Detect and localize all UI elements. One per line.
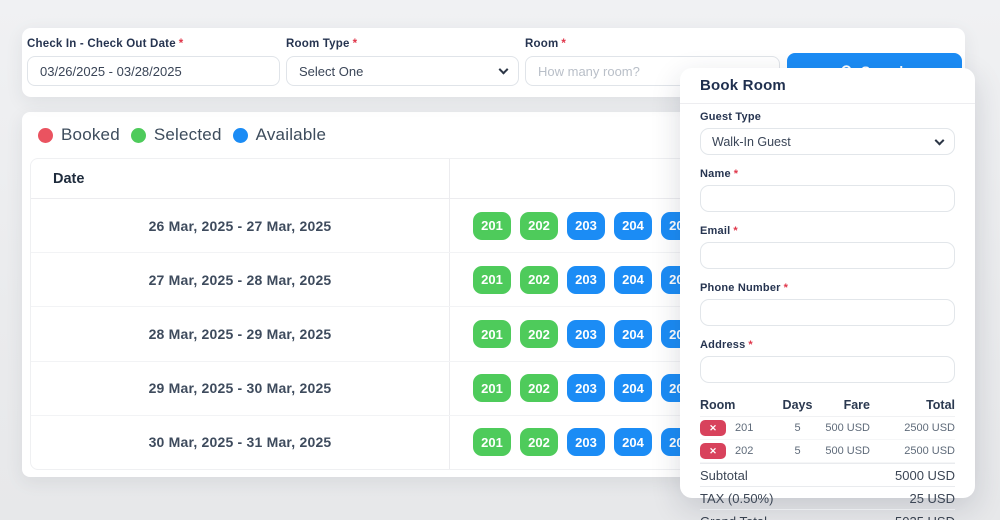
panel-title: Book Room bbox=[680, 68, 975, 103]
email-label: Email* bbox=[700, 225, 955, 237]
booking-summary-table: Room Days Fare Total ✕ 201 5 500 USD 250… bbox=[700, 394, 955, 520]
subtotal-label: Subtotal bbox=[700, 468, 825, 483]
address-label: Address* bbox=[700, 339, 955, 351]
room-button-202[interactable]: 202 bbox=[520, 320, 558, 348]
room-button-203[interactable]: 203 bbox=[567, 428, 605, 456]
room-button-204[interactable]: 204 bbox=[614, 374, 652, 402]
grand-total-label: Grand Total bbox=[700, 514, 825, 520]
legend-dot-icon bbox=[38, 128, 53, 143]
required-marker: * bbox=[561, 38, 566, 50]
required-marker: * bbox=[748, 339, 752, 351]
room-button-203[interactable]: 203 bbox=[567, 266, 605, 294]
subtotal-value: 5000 USD bbox=[825, 468, 955, 483]
date-range-cell: 27 Mar, 2025 - 28 Mar, 2025 bbox=[31, 253, 450, 306]
room-type-label: Room Type* bbox=[286, 38, 519, 50]
panel-title-divider bbox=[680, 103, 975, 104]
grand-total-row: Grand Total 5025 USD bbox=[700, 509, 955, 520]
date-range-cell: 29 Mar, 2025 - 30 Mar, 2025 bbox=[31, 362, 450, 415]
legend-label: Available bbox=[256, 125, 326, 145]
room-button-203[interactable]: 203 bbox=[567, 320, 605, 348]
date-range-cell: 28 Mar, 2025 - 29 Mar, 2025 bbox=[31, 307, 450, 360]
room-type-field-group: Room Type* Select One bbox=[286, 38, 519, 86]
status-legend: Booked Selected Available bbox=[38, 125, 328, 145]
room-button-201[interactable]: 201 bbox=[473, 320, 511, 348]
book-room-panel: Book Room Guest Type Walk-In Guest Name*… bbox=[680, 68, 975, 498]
legend-dot-icon bbox=[233, 128, 248, 143]
summary-days: 5 bbox=[770, 445, 825, 457]
summary-total: 2500 USD bbox=[870, 422, 955, 434]
name-label: Name* bbox=[700, 168, 955, 180]
room-button-204[interactable]: 204 bbox=[614, 428, 652, 456]
legend-label: Booked bbox=[61, 125, 120, 145]
subtotal-row: Subtotal 5000 USD bbox=[700, 463, 955, 486]
summary-header-total: Total bbox=[870, 398, 955, 412]
date-range-cell: 26 Mar, 2025 - 27 Mar, 2025 bbox=[31, 199, 450, 252]
summary-header-days: Days bbox=[770, 398, 825, 412]
remove-room-button[interactable]: ✕ bbox=[700, 443, 726, 459]
summary-room-row: ✕ 202 5 500 USD 2500 USD bbox=[700, 440, 955, 463]
summary-fare: 500 USD bbox=[825, 445, 870, 457]
room-button-201[interactable]: 201 bbox=[473, 212, 511, 240]
room-button-202[interactable]: 202 bbox=[520, 212, 558, 240]
name-input[interactable] bbox=[700, 185, 955, 212]
room-button-201[interactable]: 201 bbox=[473, 374, 511, 402]
room-button-202[interactable]: 202 bbox=[520, 428, 558, 456]
room-button-202[interactable]: 202 bbox=[520, 374, 558, 402]
summary-header-room: Room bbox=[700, 398, 770, 412]
guest-type-select[interactable]: Walk-In Guest bbox=[700, 128, 955, 155]
summary-days: 5 bbox=[770, 422, 825, 434]
date-range-input[interactable] bbox=[27, 56, 280, 86]
required-marker: * bbox=[179, 38, 184, 50]
address-input[interactable] bbox=[700, 356, 955, 383]
required-marker: * bbox=[733, 225, 737, 237]
room-button-203[interactable]: 203 bbox=[567, 212, 605, 240]
room-button-204[interactable]: 204 bbox=[614, 320, 652, 348]
checkin-checkout-label: Check In - Check Out Date* bbox=[27, 38, 280, 50]
summary-room-row: ✕ 201 5 500 USD 2500 USD bbox=[700, 417, 955, 440]
tax-row: TAX (0.50%) 25 USD bbox=[700, 486, 955, 509]
room-button-204[interactable]: 204 bbox=[614, 212, 652, 240]
room-button-204[interactable]: 204 bbox=[614, 266, 652, 294]
summary-header-fare: Fare bbox=[825, 398, 870, 412]
summary-room-number: 201 bbox=[735, 422, 753, 434]
legend-item: Available bbox=[233, 125, 326, 145]
summary-fare: 500 USD bbox=[825, 422, 870, 434]
email-input[interactable] bbox=[700, 242, 955, 269]
legend-item: Booked bbox=[38, 125, 120, 145]
room-count-label: Room* bbox=[525, 38, 780, 50]
date-range-cell: 30 Mar, 2025 - 31 Mar, 2025 bbox=[31, 416, 450, 469]
room-type-select[interactable]: Select One bbox=[286, 56, 519, 86]
summary-total: 2500 USD bbox=[870, 445, 955, 457]
legend-label: Selected bbox=[154, 125, 222, 145]
phone-number-label: Phone Number* bbox=[700, 282, 955, 294]
summary-room-number: 202 bbox=[735, 445, 753, 457]
phone-number-input[interactable] bbox=[700, 299, 955, 326]
tax-value: 25 USD bbox=[825, 491, 955, 506]
summary-header-row: Room Days Fare Total bbox=[700, 394, 955, 417]
required-marker: * bbox=[353, 38, 358, 50]
remove-room-button[interactable]: ✕ bbox=[700, 420, 726, 436]
checkin-checkout-field-group: Check In - Check Out Date* bbox=[27, 38, 280, 86]
grand-total-value: 5025 USD bbox=[825, 514, 955, 520]
room-button-202[interactable]: 202 bbox=[520, 266, 558, 294]
legend-dot-icon bbox=[131, 128, 146, 143]
room-button-201[interactable]: 201 bbox=[473, 428, 511, 456]
date-column-header: Date bbox=[31, 159, 450, 198]
room-button-201[interactable]: 201 bbox=[473, 266, 511, 294]
legend-item: Selected bbox=[131, 125, 222, 145]
required-marker: * bbox=[734, 168, 738, 180]
tax-label: TAX (0.50%) bbox=[700, 491, 825, 506]
required-marker: * bbox=[784, 282, 788, 294]
guest-type-label: Guest Type bbox=[700, 111, 955, 123]
room-button-203[interactable]: 203 bbox=[567, 374, 605, 402]
